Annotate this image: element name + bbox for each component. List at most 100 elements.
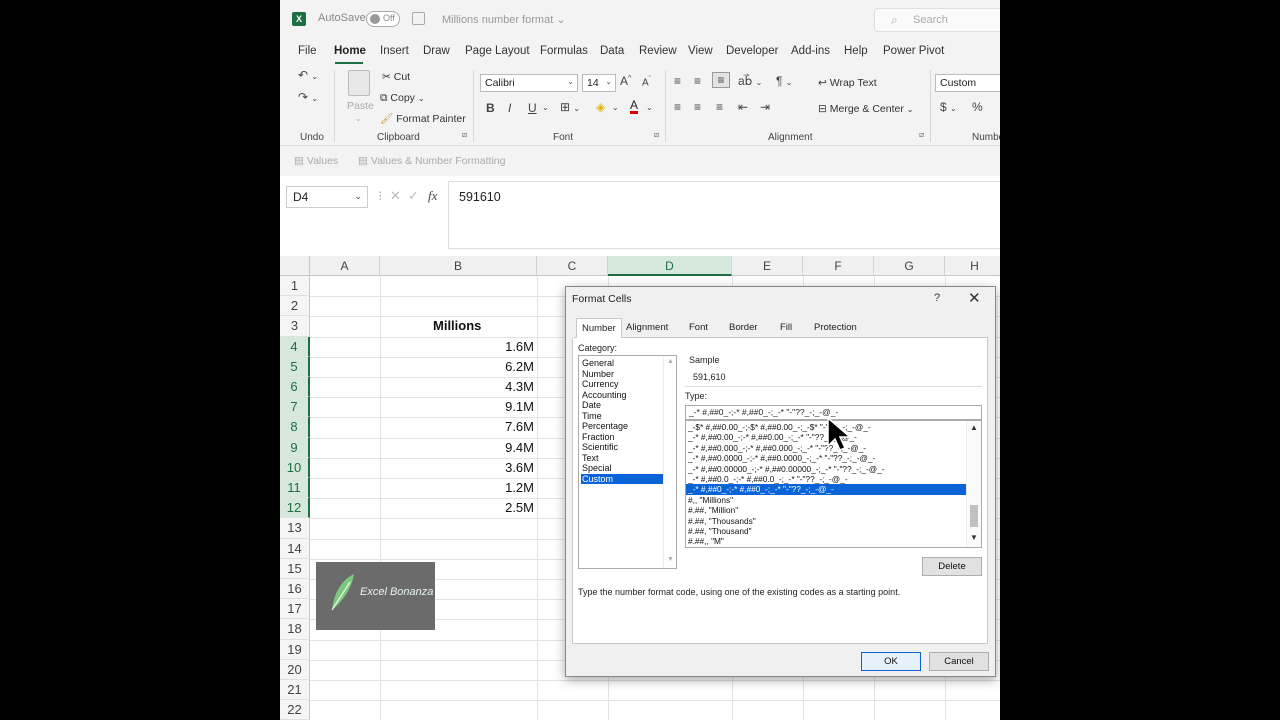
row-header[interactable]: 5 xyxy=(280,356,310,377)
cut-button[interactable]: ✂ Cut xyxy=(382,71,410,83)
list-item-selected[interactable]: Custom xyxy=(581,473,663,484)
align-top-icon[interactable]: ≡ xyxy=(674,74,681,88)
align-left-icon[interactable]: ≡ xyxy=(674,100,681,114)
merge-center-button[interactable]: ⊟ Merge & Center ⌄ xyxy=(818,103,913,115)
align-middle-icon[interactable]: ≡ xyxy=(694,74,701,88)
font-color-dropdown-icon[interactable]: ⌄ xyxy=(646,103,653,112)
currency-icon[interactable]: $ ⌄ xyxy=(940,100,957,114)
row-header[interactable]: 22 xyxy=(280,700,310,720)
tab-protection[interactable]: Protection xyxy=(814,322,857,333)
select-all-corner[interactable] xyxy=(280,256,310,276)
decrease-indent-icon[interactable]: ⇤ xyxy=(738,100,748,114)
list-item[interactable]: Text xyxy=(582,453,662,464)
tab-formulas[interactable]: Formulas xyxy=(540,45,588,57)
tab-alignment[interactable]: Alignment xyxy=(626,322,668,333)
list-item[interactable]: Date xyxy=(582,400,662,411)
redo-icon[interactable]: ↷ ⌄ xyxy=(298,90,318,104)
tab-font[interactable]: Font xyxy=(689,322,708,333)
number-format-select[interactable]: Custom xyxy=(935,74,1000,92)
tab-page-layout[interactable]: Page Layout xyxy=(465,45,530,57)
row-header[interactable]: 11 xyxy=(280,478,310,499)
row-header[interactable]: 10 xyxy=(280,457,310,478)
tab-file[interactable]: File xyxy=(298,45,317,57)
underline-icon[interactable]: U xyxy=(528,101,537,115)
paste-values-button[interactable]: ▤ Values xyxy=(294,155,338,167)
type-scrollbar[interactable]: ▲ ▼ xyxy=(966,421,981,547)
list-item[interactable]: #.##, "Thousand" xyxy=(688,526,968,536)
tab-home[interactable]: Home xyxy=(334,45,366,57)
cell-b11[interactable]: 1.2M xyxy=(380,480,534,495)
enter-icon[interactable]: ✓ xyxy=(408,188,419,204)
cancel-button[interactable]: Cancel xyxy=(929,652,989,671)
row-header[interactable]: 14 xyxy=(280,538,310,559)
borders-icon[interactable]: ⊞ ⌄ xyxy=(560,100,580,114)
shrink-font-icon[interactable]: Aˇ xyxy=(642,76,651,88)
clipboard-launcher-icon[interactable]: ⧄ xyxy=(462,130,467,140)
row-header[interactable]: 3 xyxy=(280,316,310,337)
delete-button[interactable]: Delete xyxy=(922,557,982,576)
font-name-select[interactable]: Calibri ⌄ xyxy=(480,74,578,92)
underline-dropdown-icon[interactable]: ⌄ xyxy=(542,103,549,112)
help-button[interactable]: ? xyxy=(934,292,940,304)
list-item[interactable]: #.##,, "M" xyxy=(688,536,968,546)
scroll-up-icon[interactable]: ▲ xyxy=(970,423,978,432)
cell-b5[interactable]: 6.2M xyxy=(380,359,534,374)
column-header[interactable]: B xyxy=(380,256,537,276)
list-item[interactable]: _-* #,##0.00000_-;-* #,##0.00000_-;_-* "… xyxy=(688,464,968,474)
list-item-selected[interactable]: _-* #,##0_-;-* #,##0_-;_-* "-"??_-;_-@_- xyxy=(686,484,966,495)
cell-b4[interactable]: 1.6M xyxy=(380,339,534,354)
grow-font-icon[interactable]: A^ xyxy=(620,74,631,88)
column-header[interactable]: G xyxy=(874,256,945,276)
tab-fill[interactable]: Fill xyxy=(780,322,792,333)
row-header[interactable]: 13 xyxy=(280,518,310,539)
alignment-launcher-icon[interactable]: ⧄ xyxy=(919,130,924,140)
font-size-select[interactable]: 14 ⌄ xyxy=(582,74,616,92)
tab-draw[interactable]: Draw xyxy=(423,45,450,57)
list-item[interactable]: #.##, "Thousands" xyxy=(688,516,968,526)
row-header[interactable]: 18 xyxy=(280,619,310,640)
list-item[interactable]: Time xyxy=(582,411,662,422)
tab-review[interactable]: Review xyxy=(639,45,677,57)
row-header[interactable]: 19 xyxy=(280,639,310,660)
bold-icon[interactable]: B xyxy=(486,101,495,115)
scroll-down-icon[interactable]: ▼ xyxy=(970,533,978,542)
row-header[interactable]: 6 xyxy=(280,377,310,398)
ok-button[interactable]: OK xyxy=(861,652,921,671)
cancel-icon[interactable]: ✕ xyxy=(390,188,401,204)
row-header[interactable]: 15 xyxy=(280,558,310,579)
font-launcher-icon[interactable]: ⧄ xyxy=(654,130,659,140)
format-painter-button[interactable]: 🖌 Format Painter xyxy=(380,112,466,125)
column-header[interactable]: D xyxy=(608,256,732,276)
row-header[interactable]: 12 xyxy=(280,498,310,519)
formula-input[interactable] xyxy=(448,181,1000,249)
column-header[interactable]: F xyxy=(803,256,874,276)
name-box[interactable]: D4 ⌄ xyxy=(286,186,368,208)
row-header[interactable]: 21 xyxy=(280,680,310,701)
category-list[interactable]: General Number Currency Accounting Date … xyxy=(578,355,677,569)
list-item[interactable]: General xyxy=(582,358,662,369)
list-item[interactable]: Scientific xyxy=(582,442,662,453)
row-header[interactable]: 17 xyxy=(280,599,310,620)
list-item[interactable]: #,, "Millions" xyxy=(688,495,968,505)
fill-color-dropdown-icon[interactable]: ⌄ xyxy=(612,103,619,112)
tab-power-pivot[interactable]: Power Pivot xyxy=(883,45,944,57)
list-item[interactable]: _-* #,##0.0_-;-* #,##0.0_-;_-* "-"??_-;_… xyxy=(688,474,968,484)
tab-border[interactable]: Border xyxy=(729,322,758,333)
list-item[interactable]: Percentage xyxy=(582,421,662,432)
paste-label[interactable]: Paste xyxy=(347,100,374,112)
italic-icon[interactable]: I xyxy=(508,101,511,115)
tab-number[interactable]: Number xyxy=(576,318,622,339)
autosave-toggle[interactable]: Off xyxy=(366,11,400,27)
copy-button[interactable]: ⧉ Copy ⌄ xyxy=(380,92,425,105)
cell-b3[interactable]: Millions xyxy=(433,318,481,333)
paste-values-number-button[interactable]: ▤ Values & Number Formatting xyxy=(358,155,505,167)
align-bottom-icon[interactable]: ≡ xyxy=(712,72,730,88)
percent-icon[interactable]: % xyxy=(972,100,983,114)
undo-icon[interactable]: ↶ ⌄ xyxy=(298,68,318,82)
list-item[interactable]: Fraction xyxy=(582,432,662,443)
row-header[interactable]: 8 xyxy=(280,417,310,438)
list-item[interactable]: Number xyxy=(582,369,662,380)
list-item[interactable]: Accounting xyxy=(582,390,662,401)
cell-b9[interactable]: 9.4M xyxy=(380,440,534,455)
insert-function-icon[interactable]: fx xyxy=(428,188,437,204)
